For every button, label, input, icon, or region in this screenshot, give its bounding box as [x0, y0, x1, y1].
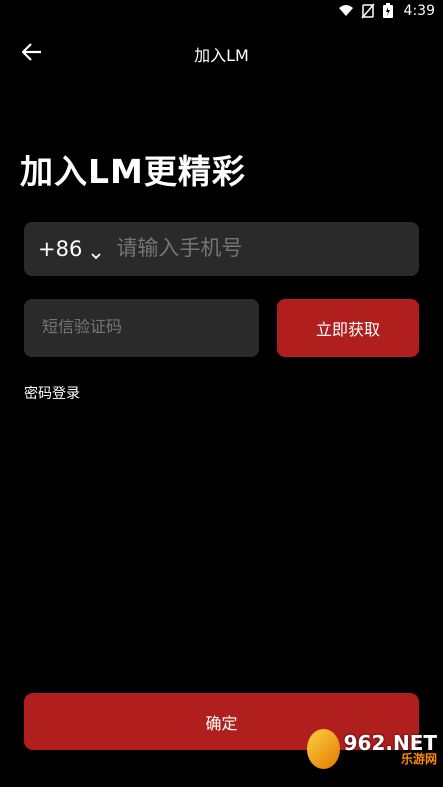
- password-login-link[interactable]: 密码登录: [24, 383, 80, 403]
- sms-code-input[interactable]: [42, 319, 242, 337]
- chevron-down-icon: [90, 243, 102, 260]
- watermark-logo-icon: [307, 729, 340, 769]
- top-bar: 加入LM: [0, 34, 443, 74]
- wifi-icon: [338, 3, 354, 19]
- phone-field: +86: [24, 222, 419, 276]
- battery-icon: [382, 3, 398, 19]
- country-code-selector[interactable]: +86: [38, 237, 102, 261]
- headline: 加入LM更精彩: [20, 152, 246, 191]
- code-field: [24, 299, 259, 357]
- page-title: 加入LM: [194, 46, 249, 65]
- watermark: 962.NET 乐游网: [307, 727, 437, 771]
- watermark-brand: 962.NET: [343, 731, 437, 755]
- no-sim-icon: [360, 3, 376, 19]
- watermark-text: 962.NET 乐游网: [344, 733, 437, 765]
- phone-input[interactable]: [116, 237, 377, 261]
- status-right: 4:39: [338, 3, 435, 19]
- get-code-button[interactable]: 立即获取: [277, 299, 419, 357]
- watermark-sub: 乐游网: [400, 752, 437, 766]
- country-code: +86: [38, 237, 83, 261]
- status-bar: 4:39: [0, 0, 443, 24]
- status-time: 4:39: [403, 3, 435, 19]
